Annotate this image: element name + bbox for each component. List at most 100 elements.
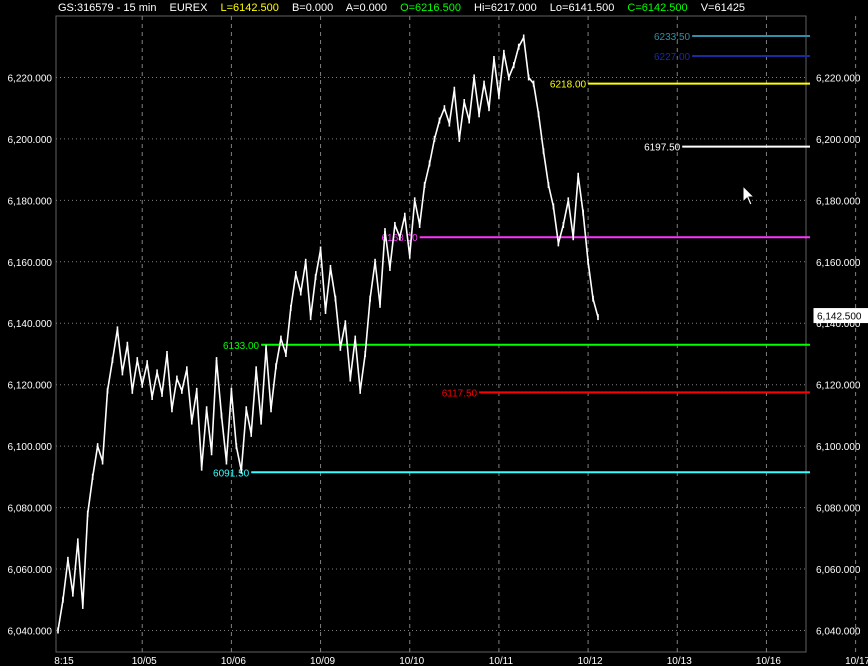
price-bar (106, 387, 109, 394)
price-bar (423, 181, 426, 188)
price-bar (517, 43, 520, 50)
price-bar (96, 443, 99, 450)
price-bar (453, 86, 456, 93)
price-bar (468, 117, 470, 124)
price-bar (116, 326, 119, 333)
price-bar (344, 320, 347, 327)
price-bar (176, 375, 178, 382)
price-bar (408, 252, 411, 259)
price-bar (458, 135, 461, 142)
price-bar (309, 314, 312, 321)
y-tick-label-right: 6,080.000 (816, 504, 861, 515)
price-bar (205, 406, 208, 413)
price-bar (235, 443, 238, 450)
price-bar (294, 271, 297, 278)
price-bar (299, 289, 302, 296)
price-bar (587, 258, 589, 265)
price-bar (562, 221, 565, 228)
price-bar (265, 344, 267, 351)
x-tick-label: 10/10 (399, 656, 424, 666)
x-tick-label: 10/05 (132, 656, 157, 666)
level-label: 6227.00 (654, 52, 691, 63)
price-bar (552, 203, 555, 210)
y-tick-label-right: 6,120.000 (816, 381, 861, 392)
price-bar (245, 406, 248, 413)
price-bar (597, 314, 599, 321)
price-bar (364, 350, 366, 357)
price-bar (62, 596, 64, 603)
price-bar (57, 627, 59, 634)
price-bar (592, 295, 594, 302)
level-label: 6197.50 (644, 143, 681, 154)
price-bar (399, 234, 401, 241)
price-bar (577, 172, 579, 179)
y-tick-label-right: 6,040.000 (816, 626, 861, 637)
x-tick-label: 8:15 (54, 656, 74, 666)
x-tick-label: 10/12 (578, 656, 603, 666)
price-bar (369, 295, 371, 302)
price-bar (498, 92, 500, 99)
price-bar (503, 49, 505, 56)
price-bar (280, 335, 282, 342)
price-bar (131, 387, 134, 394)
price-bar (483, 80, 485, 87)
price-bar (324, 307, 327, 314)
y-tick-label-right: 6,180.000 (816, 196, 861, 207)
price-chart[interactable]: 6,040.000 6,040.000 6,060.000 6,060.000 6,08… (0, 0, 868, 666)
price-bar (329, 264, 332, 271)
x-tick-label: 10/06 (221, 656, 246, 666)
price-bar (225, 458, 228, 465)
price-bar (255, 366, 257, 373)
price-bar (473, 74, 475, 81)
price-bar (433, 135, 436, 142)
price-bar (77, 538, 79, 545)
price-bar (547, 181, 550, 188)
price-bar (111, 357, 114, 364)
x-tick-label: 10/17 (845, 656, 868, 666)
plot-frame (55, 15, 807, 653)
price-bar (557, 240, 560, 247)
price-bar (285, 350, 287, 357)
x-tick-label: 10/11 (489, 656, 514, 666)
price-bar (493, 56, 495, 63)
price-bar (527, 74, 530, 81)
price-bar (448, 120, 451, 127)
last-price-label: 6,142.500 (817, 312, 862, 323)
price-bar (488, 105, 490, 112)
price-bar (379, 301, 381, 308)
y-tick-label-left: 6,160.000 (8, 258, 53, 269)
y-tick-label-right: 6,100.000 (816, 442, 861, 453)
price-bar (394, 221, 396, 228)
price-bar (354, 335, 357, 342)
price-bar (240, 467, 243, 474)
price-bar (220, 412, 223, 419)
price-bar (86, 510, 89, 517)
price-bar (522, 34, 525, 41)
price-bar (230, 387, 233, 394)
price-bar (359, 387, 362, 394)
x-tick-label: 10/13 (667, 656, 692, 666)
price-bar (349, 375, 352, 382)
price-bar (101, 458, 104, 465)
y-tick-label-left: 6,220.000 (8, 73, 53, 84)
price-bar (572, 234, 575, 241)
price-bar (146, 360, 148, 367)
price-series-line (57, 37, 599, 631)
mouse-pointer-icon (742, 185, 756, 206)
price-bar (126, 341, 129, 348)
price-bar (250, 430, 253, 437)
price-bar (72, 590, 74, 597)
price-bar (260, 418, 262, 425)
price-bar (463, 99, 466, 106)
y-tick-label-right: 6,220.000 (816, 73, 861, 84)
y-tick-label-left: 6,060.000 (8, 565, 53, 576)
price-bar (512, 62, 515, 69)
y-tick-label-left: 6,200.000 (8, 135, 53, 146)
price-bar (290, 304, 292, 311)
price-bar (186, 366, 188, 373)
price-bar (190, 418, 193, 425)
price-bar (215, 357, 218, 364)
price-bar (418, 221, 421, 228)
price-bar (334, 295, 337, 302)
price-bar (210, 449, 213, 456)
